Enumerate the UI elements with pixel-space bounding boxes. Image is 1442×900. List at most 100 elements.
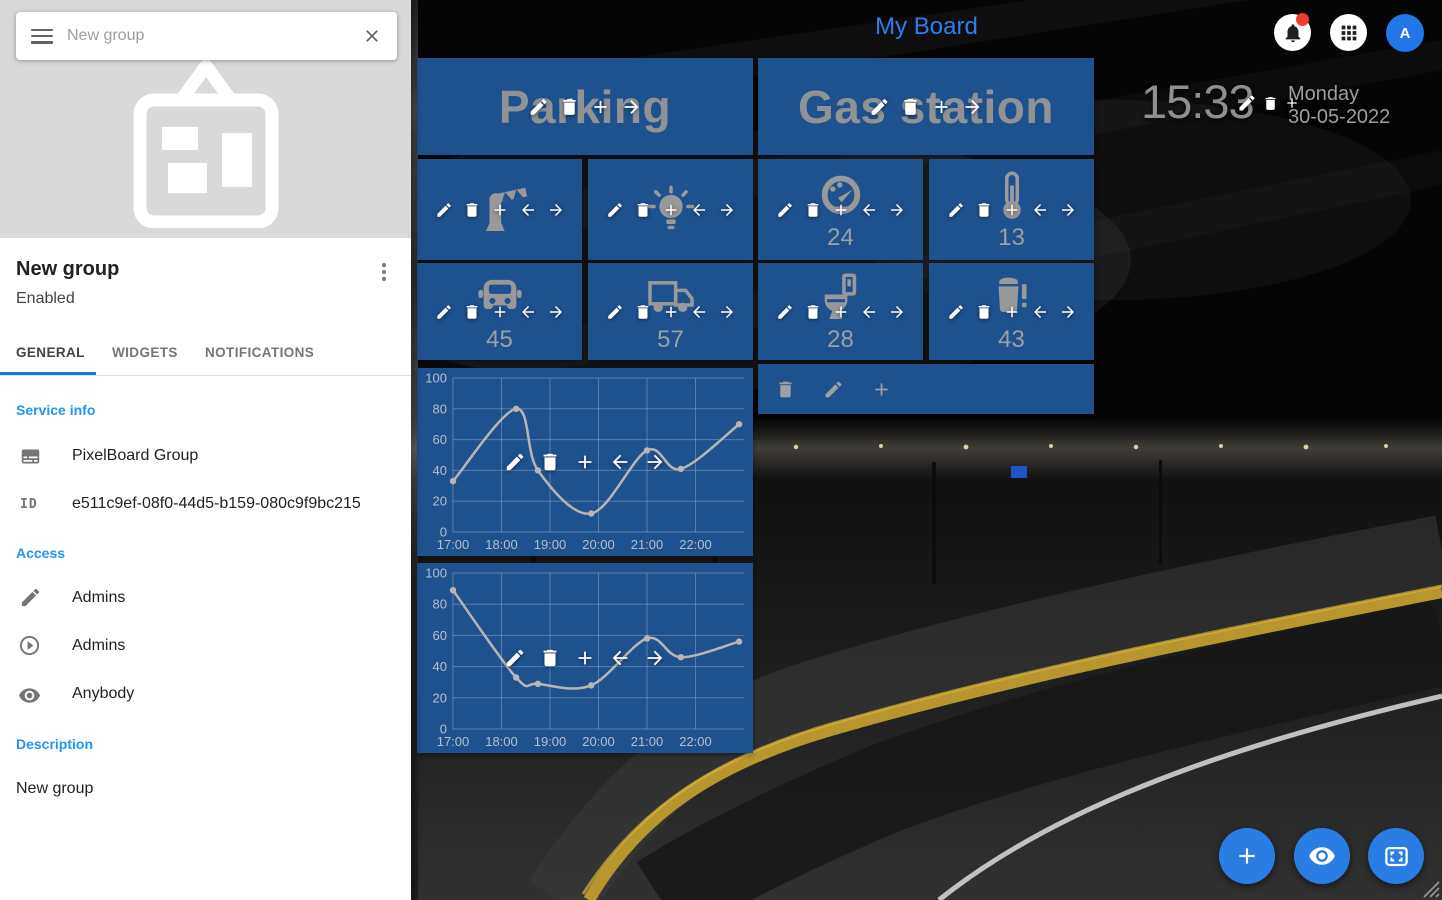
delete-icon[interactable] bbox=[975, 201, 993, 219]
svg-text:20:00: 20:00 bbox=[582, 734, 615, 749]
tab-widgets[interactable]: WIDGETS bbox=[112, 345, 178, 360]
settings-tabs: GENERAL WIDGETS NOTIFICATIONS bbox=[0, 340, 411, 376]
delete-icon[interactable] bbox=[634, 201, 652, 219]
edit-icon[interactable] bbox=[776, 201, 794, 219]
edit-icon[interactable] bbox=[776, 303, 794, 321]
edit-access-value[interactable]: Admins bbox=[72, 589, 125, 607]
edit-icon[interactable] bbox=[528, 96, 549, 117]
control-access-value[interactable]: Admins bbox=[72, 637, 125, 655]
delete-icon[interactable] bbox=[634, 303, 652, 321]
delete-icon[interactable] bbox=[463, 303, 481, 321]
add-icon[interactable] bbox=[574, 647, 596, 669]
add-icon[interactable] bbox=[1284, 95, 1300, 111]
resize-grip[interactable] bbox=[1420, 878, 1440, 898]
svg-text:40: 40 bbox=[433, 659, 447, 674]
delete-icon[interactable] bbox=[900, 96, 921, 117]
move-right-icon[interactable] bbox=[718, 201, 736, 219]
delete-icon[interactable] bbox=[539, 451, 561, 473]
move-left-icon[interactable] bbox=[609, 647, 631, 669]
move-right-icon[interactable] bbox=[718, 303, 736, 321]
edit-icon[interactable] bbox=[504, 647, 526, 669]
move-left-icon[interactable] bbox=[609, 451, 631, 473]
add-widget-fab[interactable] bbox=[1219, 828, 1275, 884]
widget-actions bbox=[776, 201, 906, 219]
move-left-icon[interactable] bbox=[860, 201, 878, 219]
move-left-icon[interactable] bbox=[690, 201, 708, 219]
widget-actions bbox=[606, 303, 736, 321]
svg-text:40: 40 bbox=[433, 463, 447, 478]
widget-actions bbox=[504, 451, 666, 473]
widget-actions bbox=[504, 647, 666, 669]
add-icon[interactable] bbox=[662, 201, 680, 219]
edit-icon[interactable] bbox=[869, 96, 890, 117]
description-heading: Description bbox=[16, 736, 93, 752]
svg-text:17:00: 17:00 bbox=[437, 537, 470, 552]
apps-button[interactable] bbox=[1330, 14, 1367, 51]
move-left-icon[interactable] bbox=[519, 201, 537, 219]
clock-date-value: 30-05-2022 bbox=[1288, 106, 1390, 129]
move-right-icon[interactable] bbox=[547, 303, 565, 321]
widget-tile-toilet: 28 bbox=[758, 263, 923, 360]
delete-icon[interactable] bbox=[775, 379, 796, 400]
more-options-icon[interactable] bbox=[372, 260, 396, 284]
add-icon[interactable] bbox=[662, 303, 680, 321]
menu-icon[interactable] bbox=[31, 29, 53, 44]
move-right-icon[interactable] bbox=[547, 201, 565, 219]
edit-icon[interactable] bbox=[823, 379, 844, 400]
preview-fab[interactable] bbox=[1294, 828, 1350, 884]
move-left-icon[interactable] bbox=[860, 303, 878, 321]
delete-icon[interactable] bbox=[1262, 95, 1279, 112]
delete-icon[interactable] bbox=[804, 201, 822, 219]
move-right-icon[interactable] bbox=[644, 647, 666, 669]
close-icon[interactable] bbox=[362, 26, 382, 46]
move-right-icon[interactable] bbox=[1059, 201, 1077, 219]
move-left-icon[interactable] bbox=[1031, 303, 1049, 321]
play-icon bbox=[18, 634, 41, 657]
move-right-icon[interactable] bbox=[962, 96, 983, 117]
edit-icon[interactable] bbox=[606, 201, 624, 219]
delete-icon[interactable] bbox=[804, 303, 822, 321]
svg-text:21:00: 21:00 bbox=[631, 734, 664, 749]
move-left-icon[interactable] bbox=[1031, 201, 1049, 219]
move-left-icon[interactable] bbox=[690, 303, 708, 321]
add-icon[interactable] bbox=[832, 303, 850, 321]
delete-icon[interactable] bbox=[463, 201, 481, 219]
edit-icon[interactable] bbox=[504, 451, 526, 473]
svg-text:20: 20 bbox=[433, 494, 447, 509]
notification-badge bbox=[1296, 13, 1309, 26]
add-icon[interactable] bbox=[491, 201, 509, 219]
edit-icon[interactable] bbox=[435, 201, 453, 219]
user-avatar[interactable]: A bbox=[1386, 14, 1424, 52]
move-right-icon[interactable] bbox=[1059, 303, 1077, 321]
tab-notifications[interactable]: NOTIFICATIONS bbox=[205, 345, 314, 360]
add-icon[interactable] bbox=[832, 201, 850, 219]
add-icon[interactable] bbox=[1003, 303, 1021, 321]
add-icon[interactable] bbox=[1003, 201, 1021, 219]
edit-icon[interactable] bbox=[1237, 93, 1257, 113]
fit-screen-fab[interactable] bbox=[1368, 828, 1424, 884]
board-canvas: My Board A 15:33 Monday 30-05-2022 Parki… bbox=[411, 0, 1442, 900]
move-right-icon[interactable] bbox=[644, 451, 666, 473]
move-right-icon[interactable] bbox=[621, 96, 642, 117]
move-right-icon[interactable] bbox=[888, 201, 906, 219]
add-icon[interactable] bbox=[590, 96, 611, 117]
edit-icon[interactable] bbox=[947, 201, 965, 219]
view-access-value[interactable]: Anybody bbox=[72, 685, 134, 703]
add-icon[interactable] bbox=[574, 451, 596, 473]
svg-text:100: 100 bbox=[425, 566, 447, 581]
add-icon[interactable] bbox=[491, 303, 509, 321]
move-right-icon[interactable] bbox=[888, 303, 906, 321]
group-name-input[interactable] bbox=[67, 27, 348, 45]
notifications-button[interactable] bbox=[1274, 14, 1311, 51]
edit-icon[interactable] bbox=[947, 303, 965, 321]
edit-icon[interactable] bbox=[435, 303, 453, 321]
tab-general[interactable]: GENERAL bbox=[16, 345, 85, 360]
add-icon[interactable] bbox=[931, 96, 952, 117]
add-icon[interactable] bbox=[871, 379, 892, 400]
delete-icon[interactable] bbox=[559, 96, 580, 117]
delete-icon[interactable] bbox=[975, 303, 993, 321]
edit-icon[interactable] bbox=[606, 303, 624, 321]
move-left-icon[interactable] bbox=[519, 303, 537, 321]
id-icon: ID bbox=[20, 497, 38, 512]
delete-icon[interactable] bbox=[539, 647, 561, 669]
